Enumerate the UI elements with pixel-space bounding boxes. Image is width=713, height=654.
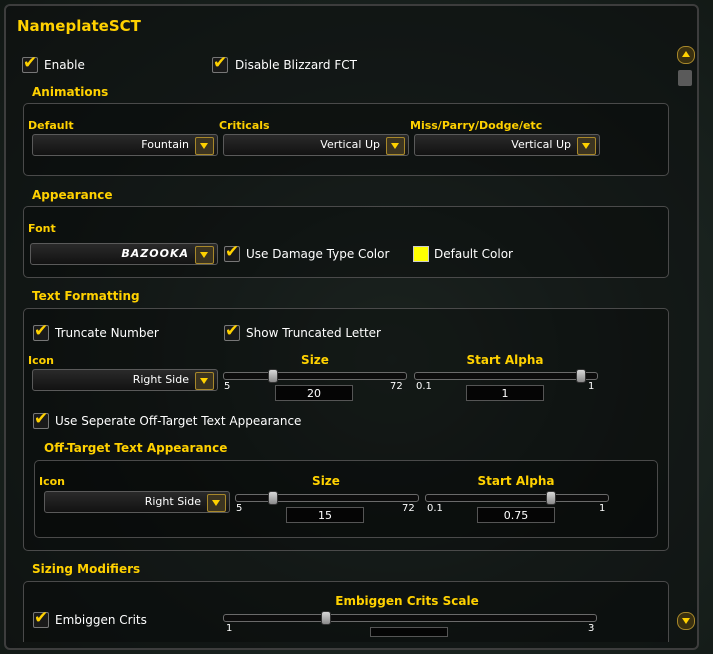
off-target-size-slider-thumb[interactable] [268,491,278,505]
chevron-down-icon[interactable] [577,137,596,155]
embiggen-scale-min: 1 [226,623,233,634]
criticals-animation-value: Vertical Up [320,138,380,151]
embiggen-scale-max: 3 [588,623,595,634]
icon-position-value: Right Side [132,373,189,386]
chevron-down-icon[interactable] [195,137,214,155]
size-slider-title: Size [301,353,329,367]
criticals-animation-label: Criticals [219,119,270,132]
alpha-value-input[interactable]: 1 [466,385,544,401]
enable-checkbox[interactable] [22,53,38,73]
embiggen-scale-slider-thumb[interactable] [321,611,331,625]
miss-animation-label: Miss/Parry/Dodge/etc [410,119,543,132]
default-animation-label: Default [28,119,74,132]
text-formatting-section-title: Text Formatting [32,289,140,303]
miss-animation-value: Vertical Up [511,138,571,151]
embiggen-crits-checkbox[interactable] [33,608,49,628]
damage-type-color-checkbox[interactable] [224,242,240,262]
truncate-number-label: Truncate Number [55,326,159,340]
alpha-slider-max: 1 [588,381,595,392]
default-animation-value: Fountain [141,138,189,151]
criticals-animation-dropdown[interactable]: Vertical Up [223,134,409,156]
appearance-section-title: Appearance [32,188,113,202]
alpha-slider-title: Start Alpha [466,353,544,367]
size-slider-thumb[interactable] [268,369,278,383]
disable-blizzard-fct-label: Disable Blizzard FCT [235,58,357,72]
off-target-section-title: Off-Target Text Appearance [44,441,228,455]
enable-label: Enable [44,58,85,72]
off-target-alpha-value-input[interactable]: 0.75 [477,507,555,523]
start-alpha-slider-thumb[interactable] [576,369,586,383]
damage-type-color-label: Use Damage Type Color [246,247,390,261]
disable-blizzard-fct-checkbox[interactable] [212,53,228,73]
show-truncated-letter-label: Show Truncated Letter [246,326,381,340]
chevron-down-icon[interactable] [386,137,405,155]
off-target-alpha-min: 0.1 [427,503,443,514]
sizing-modifiers-group [23,581,669,642]
separate-off-target-label: Use Seperate Off-Target Text Appearance [55,414,302,428]
size-value-input[interactable]: 20 [275,385,353,401]
separate-off-target-checkbox[interactable] [33,409,49,429]
off-target-alpha-slider-title: Start Alpha [477,474,555,488]
embiggen-scale-slider[interactable] [223,611,597,625]
embiggen-crits-label: Embiggen Crits [55,613,147,627]
size-slider[interactable] [223,369,407,383]
scroll-down-icon[interactable] [677,612,695,630]
off-target-alpha-slider[interactable] [425,491,609,505]
off-target-icon-value: Right Side [144,495,201,508]
font-dropdown[interactable]: BAZOOKA [30,243,218,265]
sizing-modifiers-section-title: Sizing Modifiers [32,562,141,576]
off-target-size-max: 72 [402,503,415,514]
animations-section-title: Animations [32,85,109,99]
off-target-alpha-slider-thumb[interactable] [546,491,556,505]
panel-title: NameplateSCT [17,17,141,35]
off-target-icon-dropdown[interactable]: Right Side [44,491,230,513]
embiggen-scale-value-input[interactable] [370,627,448,637]
size-slider-min: 5 [224,381,231,392]
chevron-down-icon[interactable] [195,372,214,390]
off-target-size-value-input[interactable]: 15 [286,507,364,523]
embiggen-scale-slider-title: Embiggen Crits Scale [335,594,479,608]
alpha-slider-min: 0.1 [416,381,432,392]
start-alpha-slider[interactable] [414,369,598,383]
miss-animation-dropdown[interactable]: Vertical Up [414,134,600,156]
appearance-group [23,206,669,278]
default-color-swatch[interactable] [413,246,429,262]
default-animation-dropdown[interactable]: Fountain [32,134,218,156]
truncate-number-checkbox[interactable] [33,321,49,341]
default-color-label: Default Color [434,247,513,261]
icon-position-dropdown[interactable]: Right Side [32,369,218,391]
off-target-alpha-max: 1 [599,503,606,514]
icon-label: Icon [28,354,55,367]
font-label: Font [28,222,56,235]
show-truncated-letter-checkbox[interactable] [224,321,240,341]
scrollbar[interactable] [677,46,695,632]
off-target-size-slider-title: Size [312,474,340,488]
scroll-up-icon[interactable] [677,46,695,64]
off-target-size-slider[interactable] [235,491,419,505]
chevron-down-icon[interactable] [207,494,226,512]
chevron-down-icon[interactable] [195,246,214,264]
size-slider-max: 72 [390,381,403,392]
off-target-size-min: 5 [236,503,243,514]
font-value: BAZOOKA [121,247,189,260]
off-target-icon-label: Icon [39,475,66,488]
scrollbar-thumb[interactable] [678,70,692,86]
